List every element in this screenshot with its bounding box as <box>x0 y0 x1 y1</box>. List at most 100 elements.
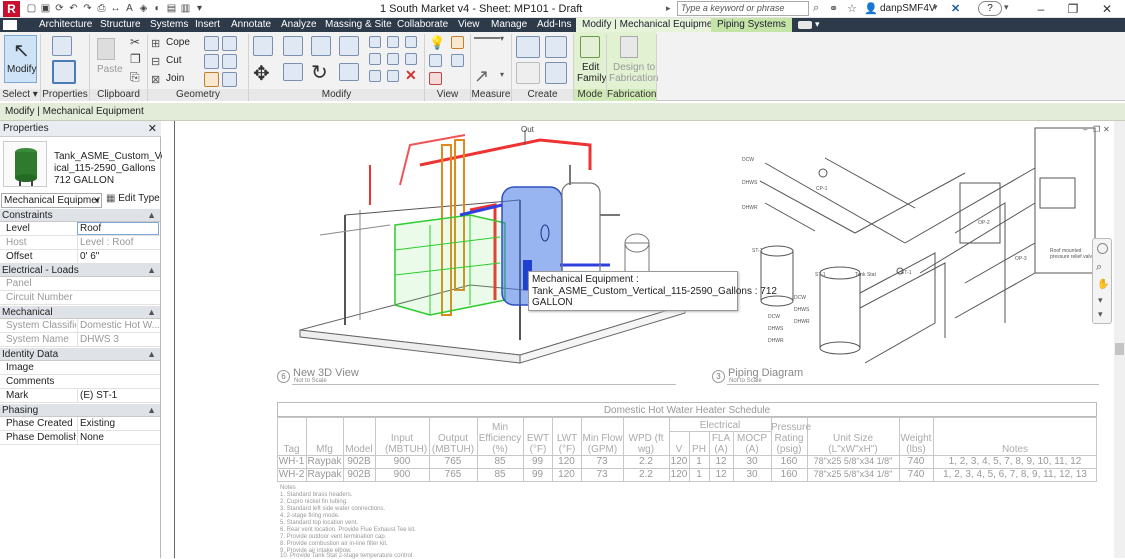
undo-icon[interactable]: ↶ <box>68 3 79 14</box>
edit-family-label-2[interactable]: Family <box>577 73 606 84</box>
geometry-tool-3-icon[interactable] <box>204 54 219 69</box>
edit-family-label-1[interactable]: Edit <box>582 62 599 73</box>
search-icon[interactable]: ⌕ <box>813 2 819 15</box>
text-icon[interactable]: A <box>124 3 135 14</box>
user-icon[interactable]: 👤 <box>864 2 878 15</box>
geometry-tool-4-icon[interactable] <box>222 54 237 69</box>
geometry-tool-2-icon[interactable] <box>222 36 237 51</box>
section-electrical-loads[interactable]: Electrical - Loads ▲ <box>0 264 160 277</box>
collapse-icon[interactable]: ▲ <box>147 209 156 222</box>
dimension-icon[interactable]: ↗ <box>474 66 489 87</box>
join-button[interactable]: Join <box>166 73 184 84</box>
geometry-tool-1-icon[interactable] <box>204 36 219 51</box>
instance-properties-icon[interactable] <box>52 60 76 84</box>
wall-joins-icon[interactable] <box>222 72 237 87</box>
paint-brush-icon[interactable] <box>429 72 442 85</box>
vertical-scrollbar[interactable] <box>1114 121 1125 558</box>
section-identity-data[interactable]: Identity Data ▲ <box>0 348 160 361</box>
redo-icon[interactable]: ↷ <box>82 3 93 14</box>
save-icon[interactable]: ▣ <box>40 3 51 14</box>
edit-type-button[interactable]: ▦ Edit Type <box>106 193 160 204</box>
lightbulb-icon[interactable]: 💡 <box>429 35 445 51</box>
tab-add-ins[interactable]: Add-Ins <box>537 18 571 32</box>
help-dropdown-icon[interactable]: ▾ <box>1004 2 1009 13</box>
measure-dropdown-icon[interactable]: ▾ <box>500 34 504 43</box>
view-minimize-icon[interactable]: – <box>1083 125 1087 134</box>
domestic-hot-water-heater-schedule[interactable]: Domestic Hot Water Heater Schedule Tag M… <box>277 402 1097 482</box>
file-tab-icon[interactable] <box>3 20 17 30</box>
collapse-icon[interactable]: ▲ <box>147 348 156 361</box>
tab-view[interactable]: View <box>458 18 480 32</box>
pin-icon[interactable] <box>405 36 417 48</box>
switch-windows-icon[interactable]: ▥ <box>180 3 191 14</box>
move-icon[interactable]: ✥ <box>253 61 270 86</box>
zoom-dropdown-icon[interactable]: ▾ <box>1098 295 1103 306</box>
sync-icon[interactable]: ⟳ <box>54 3 65 14</box>
offset-field[interactable]: 0' 6" <box>77 250 159 264</box>
split-gap-icon[interactable] <box>387 36 399 48</box>
copy-icon[interactable]: ❐ <box>130 52 141 66</box>
chevron-right-icon[interactable]: ▸ <box>666 3 671 14</box>
linework-icon[interactable] <box>451 54 464 67</box>
close-icon[interactable]: ✕ <box>1090 1 1124 17</box>
zoom-icon[interactable]: ⌕ <box>1096 261 1102 274</box>
favorites-star-icon[interactable]: ☆ <box>847 2 857 15</box>
paste-button[interactable]: Paste <box>97 64 123 75</box>
section-phasing[interactable]: Phasing ▲ <box>0 404 160 417</box>
pan-hand-icon[interactable]: ✋ <box>1097 279 1109 290</box>
tab-architecture[interactable]: Architecture <box>39 18 92 32</box>
override-graphics-icon[interactable] <box>451 36 464 49</box>
collapse-icon[interactable]: ▲ <box>147 264 156 277</box>
user-dropdown-icon[interactable]: ▾ <box>933 2 938 13</box>
ribbon-options-dropdown-icon[interactable]: ▾ <box>815 19 820 30</box>
create-assembly-icon[interactable] <box>516 36 540 58</box>
tab-annotate[interactable]: Annotate <box>231 18 271 32</box>
scrollbar-thumb[interactable] <box>1115 343 1124 355</box>
delete-icon[interactable]: ✕ <box>405 67 417 84</box>
trim-single-icon[interactable] <box>369 70 381 82</box>
tab-systems[interactable]: Systems <box>150 18 188 32</box>
tab-analyze[interactable]: Analyze <box>281 18 317 32</box>
section-constraints[interactable]: Constraints ▲ <box>0 209 160 222</box>
collapse-icon[interactable]: ▲ <box>147 306 156 319</box>
print-icon[interactable]: ⎙ <box>96 3 107 14</box>
user-name[interactable]: danpSMF4V <box>880 3 936 14</box>
cut-geometry-button[interactable]: Cut <box>166 55 182 66</box>
help-icon[interactable]: ? <box>978 1 1002 16</box>
mirror-axis-icon[interactable] <box>311 36 331 56</box>
dimension-dropdown-icon[interactable]: ▾ <box>500 70 504 79</box>
match-type-icon[interactable]: ⎘ <box>130 70 140 85</box>
3d-view-drawing[interactable] <box>290 125 690 370</box>
view-restore-icon[interactable]: ❐ <box>1093 125 1100 134</box>
revit-logo-icon[interactable]: R <box>3 1 20 17</box>
open-icon[interactable]: ▢ <box>26 3 37 14</box>
unpin-icon[interactable] <box>405 53 417 65</box>
tab-piping-systems[interactable]: Piping Systems <box>711 18 792 32</box>
exchange-apps-icon[interactable]: ✕ <box>951 2 960 15</box>
create-similar-icon[interactable] <box>545 62 567 84</box>
design-to-fabrication-label-2[interactable]: Fabrication <box>609 73 658 84</box>
3d-view-icon[interactable]: ◈ <box>138 3 149 14</box>
close-hidden-icon[interactable]: ▤ <box>166 3 177 14</box>
tab-manage[interactable]: Manage <box>491 18 527 32</box>
measure-line-icon[interactable] <box>474 37 500 39</box>
instance-filter-dropdown[interactable]: Mechanical Equipmer ▾ <box>1 193 102 208</box>
search-input[interactable]: Type a keyword or phrase <box>677 1 809 16</box>
section-icon[interactable]: ◐ <box>152 3 163 14</box>
type-properties-icon[interactable] <box>52 36 72 56</box>
rotate-icon[interactable]: ↻ <box>311 60 328 85</box>
mark-field[interactable]: (E) ST-1 <box>77 389 159 403</box>
cope-button[interactable]: Cope <box>166 37 190 48</box>
trim-multiple-icon[interactable] <box>387 70 399 82</box>
tab-collaborate[interactable]: Collaborate <box>397 18 448 32</box>
minimize-icon[interactable]: – <box>1024 1 1058 17</box>
align-icon[interactable] <box>253 36 273 56</box>
steering-wheel-icon[interactable] <box>1097 243 1108 254</box>
level-field[interactable]: Roof <box>77 222 159 235</box>
collapse-icon[interactable]: ▲ <box>147 404 156 417</box>
scale-icon[interactable] <box>387 53 399 65</box>
create-parts-icon[interactable] <box>545 36 567 58</box>
create-group-icon[interactable] <box>516 62 540 84</box>
mirror-draw-icon[interactable] <box>339 36 359 56</box>
tab-massing-site[interactable]: Massing & Site <box>325 18 392 32</box>
